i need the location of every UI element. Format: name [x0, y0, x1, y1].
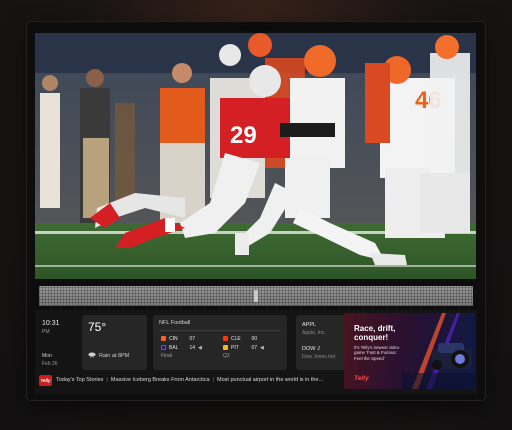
team-logo-icon: [223, 336, 228, 341]
stocks-widget[interactable]: APPL Apple, Inc. DOW J Dow Jones Ind: [296, 315, 348, 370]
sports-scores-widget[interactable]: NFL Football CIN 07 BAL 14 ◀ Final CLE 0…: [153, 315, 287, 370]
team-logo-icon: [161, 336, 166, 341]
team-row: CIN 07: [161, 334, 219, 343]
news-ticker[interactable]: Telly Today's Top Stories | Massive Iceber…: [35, 372, 345, 390]
clock-day: Mon: [42, 353, 52, 359]
team-score: 00: [251, 335, 257, 342]
clock-time: 10:31: [42, 320, 60, 327]
team-name: CLE: [231, 335, 241, 342]
team-score: 14: [189, 344, 195, 351]
team-row: BAL 14 ◀: [161, 343, 219, 352]
stock-name: Dow Jones Ind: [302, 354, 336, 360]
ticker-separator: |: [106, 377, 108, 383]
camera-bar: [240, 23, 272, 31]
ticker-items: Today's Top Stories | Massive Iceberg Brea…: [56, 377, 345, 383]
ticker-item[interactable]: Massive Iceberg Breaks From Antarctica: [111, 377, 210, 383]
game-score-1[interactable]: CIN 07 BAL 14 ◀ Final: [161, 334, 219, 366]
promo-title: Race, drift, conquer!: [354, 324, 396, 342]
team-logo-icon: [161, 345, 166, 350]
clock-widget: 10:31 PM Mon Feb 26: [40, 315, 78, 370]
promo-body: It's Telly's newest video game 'Fast & F…: [354, 345, 400, 361]
team-score: 07: [189, 335, 195, 342]
sports-divider: [159, 330, 281, 331]
weather-widget[interactable]: 75° Rain at 8PM: [82, 315, 147, 370]
team-name: CIN: [169, 335, 178, 342]
clock-date: Feb 26: [42, 361, 58, 367]
clock-ampm: PM: [42, 329, 50, 335]
promo-ad-card[interactable]: Race, drift, conquer! It's Telly's newes…: [344, 313, 475, 389]
team-name: BAL: [169, 344, 179, 351]
weather-temperature: 75°: [88, 320, 107, 334]
game-status: Q3: [223, 353, 230, 359]
team-row: PIT 07 ◀: [223, 343, 281, 352]
possession-indicator: ◀: [260, 344, 264, 351]
stock-name: Apple, Inc.: [302, 330, 326, 336]
main-video-screen[interactable]: 46 29: [35, 33, 476, 279]
game-score-2[interactable]: CLE 00 PIT 07 ◀ Q3: [223, 334, 281, 366]
soundbar-indicator: [254, 290, 258, 302]
rain-cloud-icon: [88, 352, 96, 358]
stock-symbol: APPL: [302, 322, 317, 328]
team-logo-icon: [223, 345, 228, 350]
possession-indicator: ◀: [198, 344, 202, 351]
stock-symbol: DOW J: [302, 346, 320, 352]
team-score: 07: [251, 344, 257, 351]
football-game-image: 46 29: [35, 33, 476, 279]
weather-condition: Rain at 8PM: [99, 353, 130, 359]
team-row: CLE 00: [223, 334, 281, 343]
team-name: PIT: [231, 344, 239, 351]
svg-text:29: 29: [230, 122, 257, 149]
telly-logo: Telly: [354, 375, 369, 382]
ticker-separator: |: [212, 377, 215, 383]
ticker-item[interactable]: Most punctual airport in the world is in…: [217, 377, 323, 383]
ticker-item[interactable]: Today's Top Stories: [56, 377, 103, 383]
game-status: Final: [161, 353, 172, 359]
telly-badge-icon: Telly: [39, 375, 52, 386]
sports-header: NFL Football: [159, 320, 191, 326]
